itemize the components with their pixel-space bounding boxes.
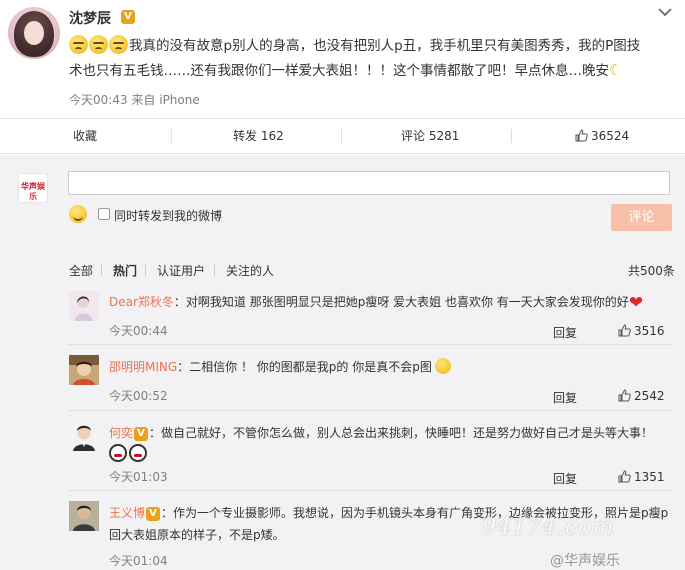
divider: [171, 129, 172, 143]
user-avatar[interactable]: 华声娱乐: [18, 173, 48, 203]
comment-total: 共500条: [628, 264, 675, 278]
divider: [68, 490, 672, 491]
divider: [145, 264, 146, 276]
like-button[interactable]: 36524: [575, 119, 629, 153]
comment-item: 邵明明MING：二相信你 ！ 你的图都是我p的 你是真不会p图 今天00:52 …: [0, 355, 685, 411]
comment-time: 今天00:52: [109, 389, 168, 403]
comment-like-count: 3516: [634, 324, 665, 338]
post-time[interactable]: 今天00:43: [69, 93, 128, 107]
comment-text: Dear郑秋冬：对啊我知道 那张图明显只是把她p瘦呀 爱大表姐 也喜欢你 有一天…: [109, 291, 669, 314]
comment-item: Dear郑秋冬：对啊我知道 那张图明显只是把她p瘦呀 爱大表姐 也喜欢你 有一天…: [0, 291, 685, 345]
repost-label: 转发 162: [233, 129, 284, 143]
reply-button[interactable]: 回复: [553, 324, 577, 341]
commenter-avatar[interactable]: [69, 355, 99, 385]
favorite-button[interactable]: 收藏: [73, 119, 97, 153]
comment-like-button[interactable]: 1351: [618, 470, 665, 484]
weibo-post: 沈梦辰 V 我真的没有故意p别人的身高，也没有把别人p丑，我手机里只有美图秀秀，…: [0, 0, 685, 118]
like-count: 36524: [591, 129, 630, 143]
verified-badge-icon: V: [146, 507, 161, 521]
commenter-avatar[interactable]: [69, 501, 99, 531]
post-content: 我真的没有故意p别人的身高，也没有把别人p丑，我手机里只有美图秀秀，我的P图技 …: [69, 34, 649, 83]
divider: [341, 119, 342, 153]
comment-time: 今天01:03: [109, 470, 168, 484]
comment-area: 华声娱乐 同时转发到我的微博 评论 全部 热门 认证用户 关注的人 共500条 …: [0, 155, 685, 570]
comment-item: 何奕 V ：做自己就好，不管你怎么做，别人总会出来挑刺，快睡吧！还是努力做好自己才是…: [0, 421, 685, 491]
post-text-line1: 我真的没有故意p别人的身高，也没有把别人p丑，我手机里只有美图秀秀，我的P图技: [129, 38, 641, 54]
tab-all[interactable]: 全部: [69, 262, 93, 279]
verified-badge-icon: V: [121, 10, 135, 24]
comment-text: 何奕 V ：做自己就好，不管你怎么做，别人总会出来挑刺，快睡吧！还是努力做好自己才是…: [109, 422, 669, 469]
divider: [68, 410, 672, 411]
comment-input[interactable]: [68, 171, 670, 195]
chevron-down-icon[interactable]: [657, 6, 673, 18]
divider: [511, 119, 512, 153]
post-source: 来自 iPhone: [131, 93, 200, 107]
commenter-name[interactable]: Dear郑秋冬: [109, 295, 174, 309]
commenter-name[interactable]: 邵明明MING: [109, 360, 177, 374]
comment-body: ：对啊我知道 那张图明显只是把她p瘦呀 爱大表姐 也喜欢你 有一天大家会发现你的…: [173, 295, 629, 309]
divider: [341, 129, 342, 143]
watermark-source: @华声娱乐: [550, 553, 620, 569]
thumbs-up-icon: [618, 389, 631, 402]
commenter-name[interactable]: 何奕: [109, 426, 133, 440]
author-name-text[interactable]: 沈梦辰: [69, 11, 111, 27]
author-avatar[interactable]: [8, 7, 60, 59]
comment-text: 邵明明MING：二相信你 ！ 你的图都是我p的 你是真不会p图: [109, 356, 669, 378]
watermark: 94174.com: [482, 515, 615, 540]
tab-hot[interactable]: 热门: [113, 262, 137, 279]
favorite-label: 收藏: [73, 129, 98, 143]
divider: [101, 264, 102, 276]
comment-like-count: 2542: [634, 389, 665, 403]
divider: [171, 119, 172, 153]
tab-verified[interactable]: 认证用户: [157, 262, 205, 279]
comment-time: 今天01:04: [109, 554, 168, 568]
reply-button[interactable]: 回复: [553, 470, 577, 487]
commenter-name[interactable]: 王义博: [109, 506, 145, 520]
also-repost-checkbox[interactable]: [98, 208, 110, 220]
moon-icon: ☾: [609, 61, 623, 79]
logo-text: 华声: [21, 182, 37, 191]
also-repost-label[interactable]: 同时转发到我的微博: [114, 207, 222, 224]
emoji-icon: [89, 35, 108, 54]
comment-filter-tabs: 全部 热门 认证用户 关注的人 共500条: [0, 255, 685, 285]
thumbs-up-icon: [618, 470, 631, 483]
comment-body: ：做自己就好，不管你怎么做，别人总会出来挑刺，快睡吧！还是努力做好自己才是头等大…: [149, 426, 654, 440]
submit-comment-button[interactable]: 评论: [611, 204, 672, 231]
post-meta: 今天00:43 来自 iPhone: [69, 91, 200, 108]
divider: [511, 129, 512, 143]
comment-time: 今天00:44: [109, 324, 168, 338]
divider: [214, 264, 215, 276]
repost-button[interactable]: 转发 162: [233, 119, 284, 153]
post-text-line2: 术也只有五毛钱……还有我跟你们一样爱大表姐！！！这个事情都散了吧！早点休息…晚安: [69, 63, 609, 79]
commenter-avatar[interactable]: [69, 291, 99, 321]
tab-following[interactable]: 关注的人: [226, 262, 274, 279]
emoji-icon: [109, 35, 128, 54]
emoji-icon: [434, 358, 451, 374]
comment-body-line2: 回大表姐原本的样子，不是p矮。: [109, 528, 285, 542]
verified-badge-icon: V: [134, 427, 149, 441]
author-name[interactable]: 沈梦辰 V: [69, 8, 135, 28]
comment-label: 评论 5281: [401, 129, 460, 143]
divider: [68, 344, 672, 345]
thumbs-up-icon: [575, 129, 588, 142]
heart-icon: ❤: [628, 293, 644, 313]
comment-body: ：二相信你 ！ 你的图都是我p的 你是真不会p图: [177, 360, 432, 374]
reply-button[interactable]: 回复: [553, 389, 577, 406]
thumbs-up-icon: [618, 324, 631, 337]
emoji-icon: [69, 35, 88, 54]
commenter-avatar[interactable]: [69, 421, 99, 451]
emoji-picker-icon[interactable]: [69, 205, 87, 223]
comment-button[interactable]: 评论 5281: [401, 119, 459, 153]
comment-like-count: 1351: [634, 470, 665, 484]
emoji-icon: [129, 444, 147, 462]
comment-like-button[interactable]: 3516: [618, 324, 665, 338]
emoji-icon: [109, 444, 127, 462]
comment-like-button[interactable]: 2542: [618, 389, 665, 403]
action-bar: 收藏 转发 162 评论 5281 36524: [0, 118, 685, 154]
